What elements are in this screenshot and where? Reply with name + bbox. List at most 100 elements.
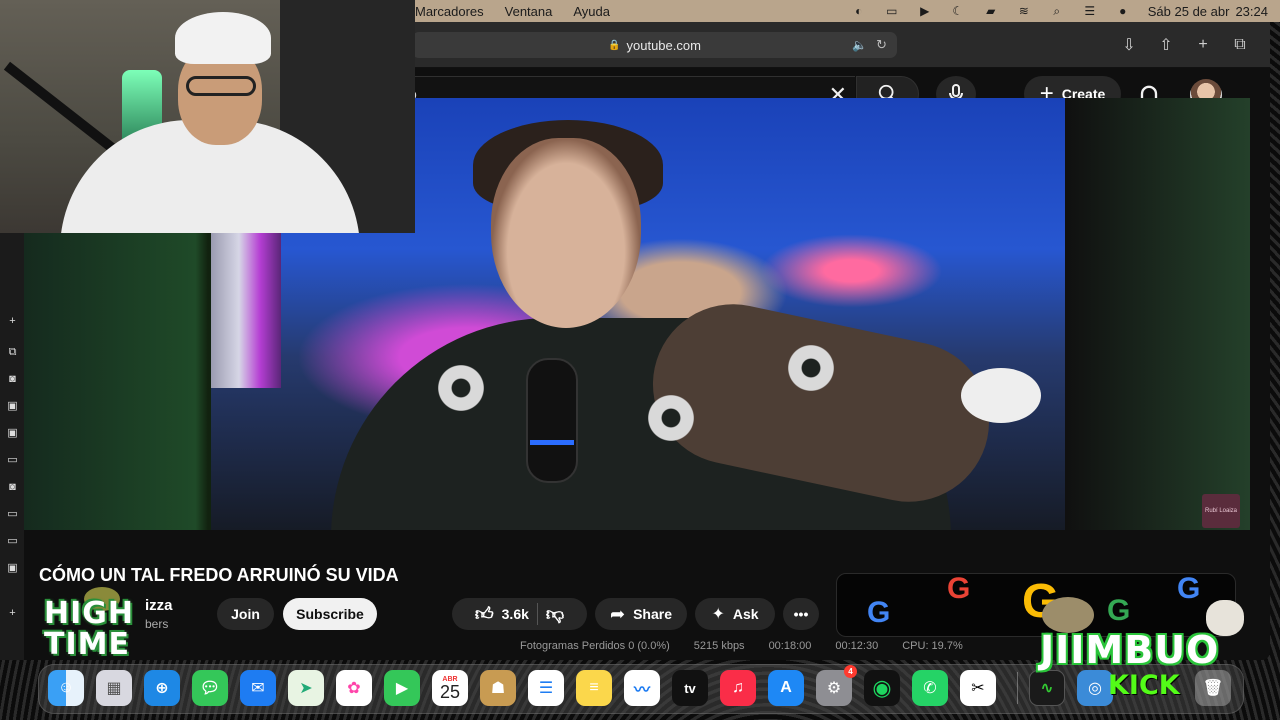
layers-icon[interactable]: ⧉ xyxy=(6,346,19,359)
ask-button[interactable]: ✦ Ask xyxy=(695,598,775,630)
launchpad-icon[interactable]: ▦ xyxy=(96,670,132,706)
monitor-icon[interactable]: ▭ xyxy=(6,535,19,548)
freeform-icon[interactable]: 〰 xyxy=(624,670,660,706)
join-button[interactable]: Join xyxy=(217,598,274,630)
more-actions-button[interactable]: ••• xyxy=(783,598,819,630)
notes-icon[interactable]: ≡ xyxy=(576,670,612,706)
search-icon[interactable]: ⌕ xyxy=(1049,4,1065,18)
join-label: Join xyxy=(231,606,260,622)
audio-playing-icon[interactable]: 🔈 xyxy=(852,38,867,52)
camera-icon[interactable]: ◙ xyxy=(6,373,19,386)
app-store-icon[interactable]: A xyxy=(768,670,804,706)
address-bar[interactable]: 🔒 youtube.com 🔈 ↻ xyxy=(412,32,897,58)
shirt-flower-image xyxy=(636,383,706,453)
like-dislike-group: 👍︎ 3.6k 👎︎ xyxy=(452,598,587,630)
add-icon[interactable]: + xyxy=(6,607,19,620)
watermark-text: Rubí Loaiza xyxy=(1204,508,1238,514)
divider xyxy=(536,603,538,625)
messages-icon[interactable]: 💬︎ xyxy=(192,670,228,706)
image-icon[interactable]: ▣ xyxy=(6,562,19,575)
dropped-frames: Fotogramas Perdidos 0 (0.0%) xyxy=(520,640,670,652)
jiimbuo-logo: JIIMBUO xyxy=(1040,628,1220,672)
shirt-flower-image xyxy=(426,353,496,423)
subscribe-label: Subscribe xyxy=(296,606,364,622)
bitrate: 5215 kbps xyxy=(693,640,745,652)
safari-icon[interactable]: ⊕ xyxy=(144,670,180,706)
activity-monitor-icon[interactable]: ∿ xyxy=(1029,670,1065,706)
tv-label: tv xyxy=(684,680,696,696)
control-center-icon[interactable]: ☰ xyxy=(1082,4,1098,18)
clock-time: 23:24 xyxy=(1235,3,1268,19)
more-icon: ••• xyxy=(793,606,809,622)
whatsapp-icon[interactable]: ✆ xyxy=(912,670,948,706)
calendar-icon[interactable]: ABR 25 xyxy=(432,670,468,706)
window-icon[interactable]: ▭ xyxy=(884,4,900,18)
trash-icon[interactable]: 🗑︎ xyxy=(1195,670,1231,706)
clock-date: Sáb 25 de abr xyxy=(1147,3,1230,19)
share-arrow-icon: ➦ xyxy=(609,603,626,624)
photos-icon[interactable]: ✿ xyxy=(336,670,372,706)
window-icon[interactable]: ▭ xyxy=(6,508,19,521)
siri-icon[interactable]: ● xyxy=(1115,4,1131,18)
finder-icon[interactable]: ☺ xyxy=(48,670,84,706)
glasses xyxy=(186,76,256,96)
thumbs-up-icon: 👍︎ xyxy=(474,604,494,624)
play-icon[interactable]: ▶ xyxy=(917,4,933,18)
menu-ayuda[interactable]: Ayuda xyxy=(573,4,610,19)
wifi-icon[interactable]: ≋ xyxy=(1016,4,1032,18)
moon-icon[interactable]: ☾ xyxy=(950,4,966,18)
google-logo-image: G xyxy=(947,573,971,605)
downloads-icon[interactable]: ⇩ xyxy=(1118,34,1140,56)
sparkle-icon: ✦ xyxy=(711,606,725,623)
menu-clock[interactable]: Sáb 25 de abr 23:24 xyxy=(1148,4,1268,19)
person-face-image xyxy=(491,138,641,328)
plush-toy-image xyxy=(961,368,1041,423)
dock-separator xyxy=(1017,672,1018,704)
mail-icon[interactable]: ✉ xyxy=(240,670,276,706)
maps-icon[interactable]: ➤ xyxy=(288,670,324,706)
facetime-icon[interactable]: ▶ xyxy=(384,670,420,706)
thumbs-down-icon: 👎︎ xyxy=(545,604,565,624)
image-icon[interactable]: ▣ xyxy=(6,427,19,440)
dislike-button[interactable]: 👎︎ xyxy=(546,603,564,625)
webcam-overlay xyxy=(0,0,415,233)
new-tab-icon[interactable]: + xyxy=(1192,34,1214,56)
battery-icon[interactable]: ▰ xyxy=(983,4,999,18)
add-icon[interactable]: + xyxy=(6,315,19,328)
image-icon[interactable]: ▣ xyxy=(6,400,19,413)
subscribe-button[interactable]: Subscribe xyxy=(283,598,377,630)
music-icon[interactable]: ♫ xyxy=(720,670,756,706)
reminders-icon[interactable]: ☰ xyxy=(528,670,564,706)
calendar-day: 25 xyxy=(439,681,461,702)
capcut-icon[interactable]: ✂ xyxy=(960,670,996,706)
share-button[interactable]: ➦ Share xyxy=(595,598,687,630)
share-label: Share xyxy=(633,606,672,622)
shirt-flower-image xyxy=(776,333,846,403)
screen-mirroring-icon[interactable]: ◐ xyxy=(851,4,867,18)
spotify-icon[interactable]: ◉ xyxy=(864,670,900,706)
apple-tv-icon[interactable]: tv xyxy=(672,670,708,706)
cpu-usage: CPU: 19.7% xyxy=(902,640,963,652)
camera-icon[interactable]: ◙ xyxy=(6,481,19,494)
kick-logo: KICK xyxy=(1108,670,1180,701)
reload-icon[interactable]: ↻ xyxy=(876,37,887,53)
window-icon[interactable]: ▭ xyxy=(6,454,19,467)
google-logo-image: G xyxy=(1177,573,1201,605)
editor-side-strip: + ⧉ ◙ ▣ ▣ ▭ ◙ ▭ ▭ ▣ + xyxy=(0,233,24,660)
tab-overview-icon[interactable]: ⧉ xyxy=(1229,34,1251,56)
channel-watermark[interactable]: Rubí Loaiza xyxy=(1202,494,1240,528)
like-count: 3.6k xyxy=(501,606,529,622)
share-icon[interactable]: ⇧ xyxy=(1155,34,1177,56)
like-button[interactable]: 👍︎ 3.6k xyxy=(475,603,529,625)
system-settings-icon[interactable]: ⚙ 4 xyxy=(816,665,857,706)
url-text: youtube.com xyxy=(626,37,701,53)
menu-ventana[interactable]: Ventana xyxy=(505,4,553,19)
high-time-logo: HIGH TIME xyxy=(44,596,135,662)
menu-marcadores[interactable]: Marcadores xyxy=(415,4,484,19)
notification-badge: 4 xyxy=(844,665,857,678)
recording-time: 00:18:00 xyxy=(768,640,812,652)
video-title: CÓMO UN TAL FREDO ARRUINÓ SU VIDA xyxy=(39,565,399,585)
google-logo-image: G xyxy=(867,596,891,629)
contacts-icon[interactable]: ☗ xyxy=(480,670,516,706)
lock-icon: 🔒 xyxy=(608,39,621,51)
